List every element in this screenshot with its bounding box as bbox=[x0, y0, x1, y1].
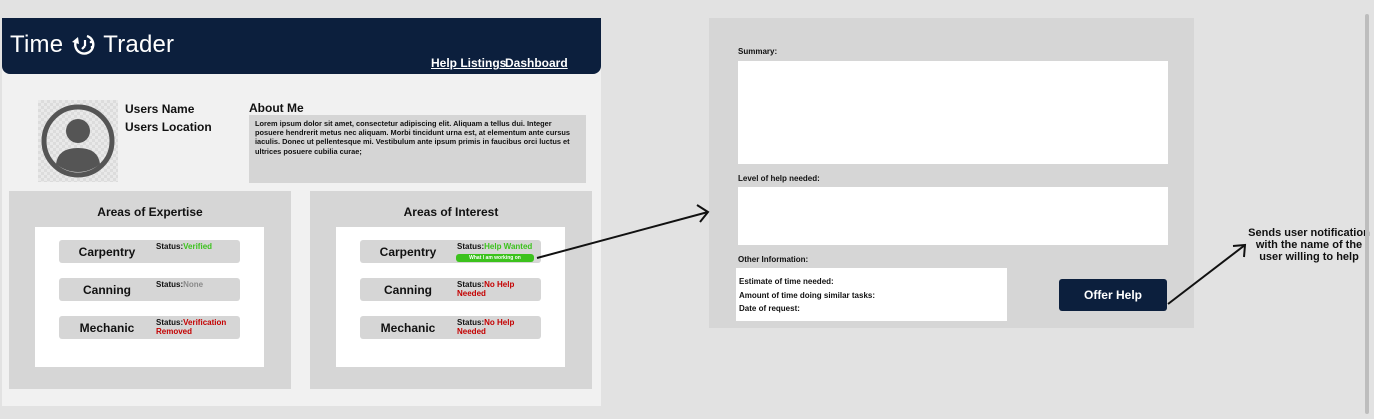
flow-arrows bbox=[536, 204, 1247, 305]
arrow-to-note bbox=[1167, 243, 1247, 305]
arrow-to-form bbox=[536, 204, 710, 259]
scrollbar[interactable] bbox=[1365, 14, 1369, 414]
